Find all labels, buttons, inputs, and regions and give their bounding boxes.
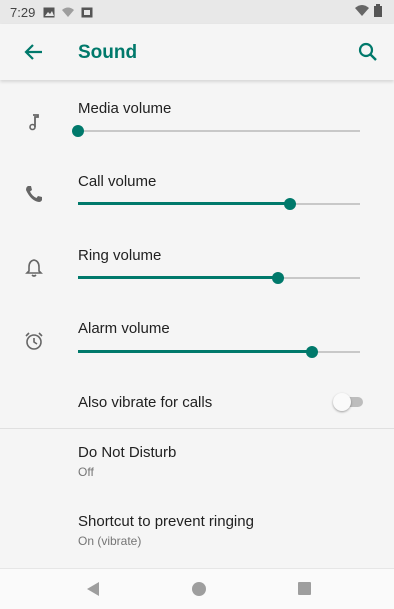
music-note-icon xyxy=(22,110,46,134)
vibrate-label: Also vibrate for calls xyxy=(78,394,213,411)
shortcut-title: Shortcut to prevent ringing xyxy=(78,513,254,530)
notification-icon xyxy=(61,7,75,18)
recents-square-icon[interactable] xyxy=(298,582,311,595)
wifi-icon xyxy=(354,4,370,20)
arrow-back-icon[interactable] xyxy=(22,42,46,62)
image-icon xyxy=(43,7,55,18)
media-volume-slider[interactable] xyxy=(72,123,360,139)
slider-thumb[interactable] xyxy=(272,272,285,284)
app-bar: Sound xyxy=(0,24,394,80)
status-bar: 7:29 xyxy=(0,0,394,24)
status-right-icons xyxy=(354,4,382,20)
dnd-summary: Off xyxy=(78,465,94,479)
vibrate-toggle[interactable] xyxy=(333,393,365,411)
ring-volume-slider[interactable] xyxy=(78,270,360,286)
media-volume-label: Media volume xyxy=(78,100,172,117)
dnd-row[interactable]: Do Not Disturb Off xyxy=(0,430,394,492)
shortcut-row[interactable]: Shortcut to prevent ringing On (vibrate) xyxy=(0,498,394,560)
alarm-volume-label: Alarm volume xyxy=(78,320,170,337)
slider-thumb[interactable] xyxy=(72,125,84,137)
slider-thumb[interactable] xyxy=(306,346,319,358)
screenshot-icon xyxy=(81,7,93,18)
shortcut-summary: On (vibrate) xyxy=(78,534,142,548)
search-icon[interactable] xyxy=(356,40,380,64)
alarm-volume-slider[interactable] xyxy=(78,344,360,360)
back-triangle-icon[interactable] xyxy=(86,581,100,597)
alarm-clock-icon xyxy=(22,329,46,353)
slider-thumb[interactable] xyxy=(283,198,296,210)
dnd-title: Do Not Disturb xyxy=(78,444,177,461)
phone-icon xyxy=(22,182,46,206)
call-volume-slider[interactable] xyxy=(78,196,360,212)
battery-icon xyxy=(374,4,382,20)
bell-icon xyxy=(22,256,46,280)
status-time: 7:29 xyxy=(10,4,36,20)
page-title: Sound xyxy=(78,42,138,63)
home-circle-icon[interactable] xyxy=(192,582,206,596)
navigation-bar xyxy=(0,568,394,609)
call-volume-label: Call volume xyxy=(78,173,157,190)
section-divider xyxy=(0,428,394,429)
ring-volume-label: Ring volume xyxy=(78,247,162,264)
